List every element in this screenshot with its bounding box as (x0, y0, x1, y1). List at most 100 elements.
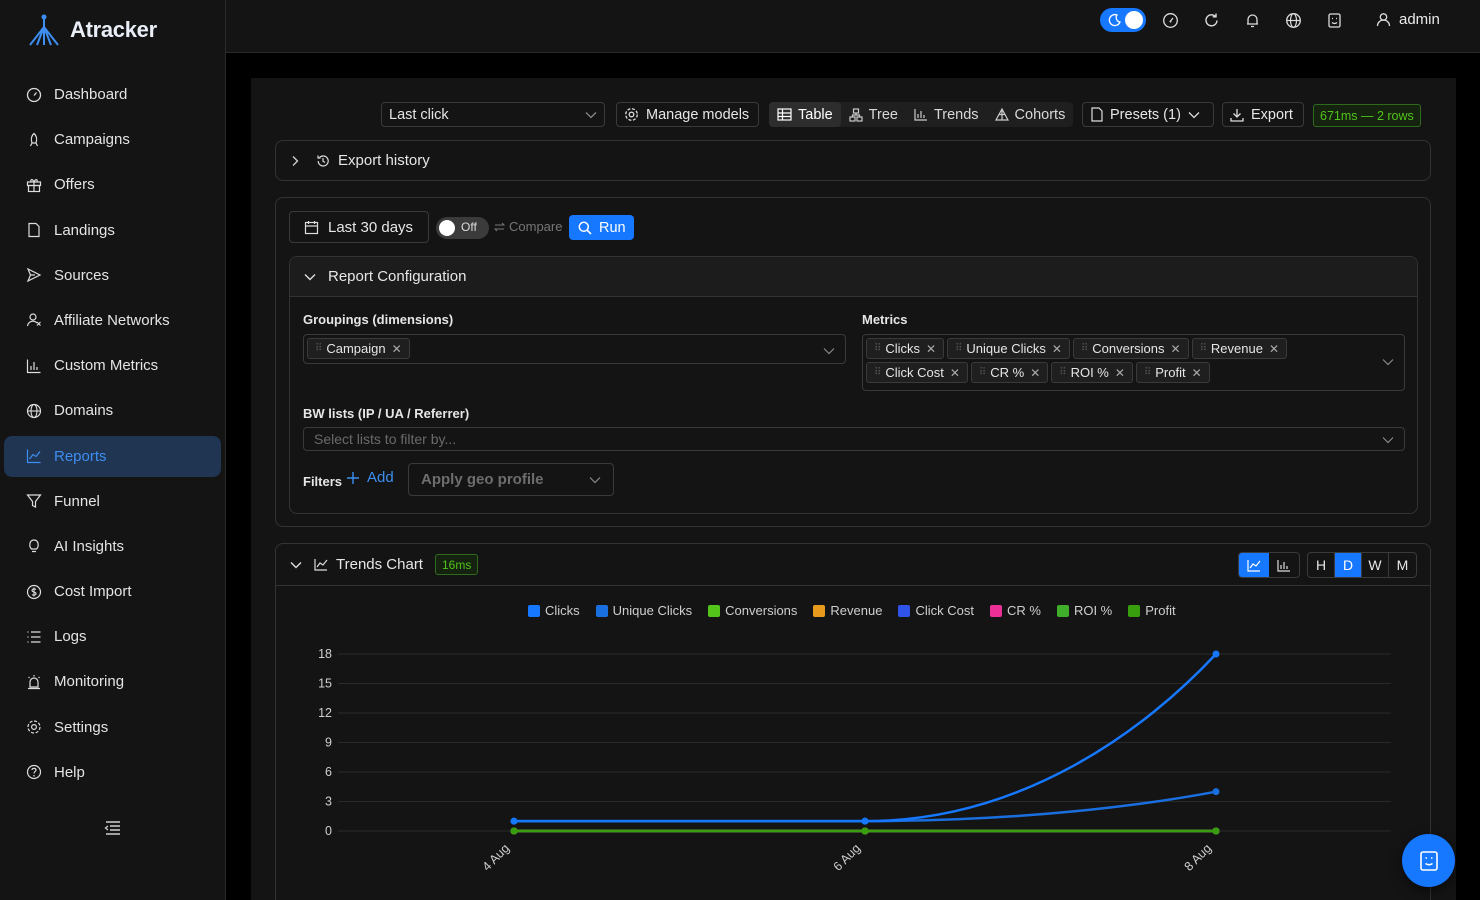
date-range-picker[interactable]: Last 30 days (289, 211, 429, 243)
list-icon (27, 631, 41, 643)
drag-handle-icon[interactable]: ⠿ (1059, 367, 1066, 378)
metric-chip[interactable]: ⠿ Conversions ✕ (1072, 338, 1189, 359)
theme-toggle[interactable] (1100, 8, 1146, 32)
report-configuration-header[interactable]: Report Configuration (290, 257, 1417, 297)
sidebar-item-campaigns[interactable]: Campaigns (4, 119, 221, 160)
drag-handle-icon[interactable]: ⠿ (1144, 367, 1151, 378)
report-configuration-title: Report Configuration (328, 268, 467, 285)
drag-handle-icon[interactable]: ⠿ (1200, 343, 1207, 354)
drag-handle-icon[interactable]: ⠿ (955, 343, 962, 354)
chevron-down-icon (290, 561, 302, 568)
legend-item[interactable]: Revenue (813, 603, 882, 618)
sidebar-item-custom-metrics[interactable]: Custom Metrics (4, 345, 221, 386)
sidebar-item-funnel[interactable]: Funnel (4, 481, 221, 522)
bar-chart-button[interactable] (1269, 553, 1299, 577)
drag-handle-icon[interactable]: ⠿ (874, 367, 881, 378)
collapse-sidebar-icon[interactable] (104, 820, 122, 836)
metric-chip[interactable]: ⠿ Unique Clicks ✕ (947, 338, 1070, 359)
assistant-fab-button[interactable] (1402, 834, 1455, 887)
remove-icon[interactable]: ✕ (1171, 342, 1181, 356)
dashboard-gauge-icon[interactable] (1162, 12, 1179, 29)
sidebar-item-monitoring[interactable]: Monitoring (4, 661, 221, 702)
x-tick-label: 8 Aug (1182, 841, 1215, 874)
remove-icon[interactable]: ✕ (1052, 342, 1062, 356)
bar-chart-icon (914, 109, 927, 121)
metric-chip[interactable]: ⠿ CR % ✕ (970, 362, 1049, 383)
metric-chip[interactable]: ⠿ Click Cost ✕ (866, 362, 968, 383)
app-logo[interactable]: Atracker (26, 12, 157, 48)
sidebar-item-sources[interactable]: Sources (4, 255, 221, 296)
legend-label: Click Cost (915, 603, 974, 618)
legend-item[interactable]: ROI % (1056, 603, 1112, 618)
sidebar-item-affiliate-networks[interactable]: Affiliate Networks (4, 300, 221, 341)
manage-models-button[interactable]: Manage models (616, 102, 759, 127)
granularity-h[interactable]: H (1308, 553, 1335, 577)
remove-icon[interactable]: ✕ (926, 342, 936, 356)
remove-icon[interactable]: ✕ (1192, 366, 1202, 380)
legend-item[interactable]: Unique Clicks (595, 603, 692, 618)
sidebar-item-reports[interactable]: Reports (4, 435, 221, 477)
assistant-icon[interactable] (1326, 12, 1343, 29)
chevron-down-icon (823, 348, 835, 355)
granularity-d[interactable]: D (1335, 553, 1362, 577)
attribution-model-select[interactable]: Last click (381, 102, 605, 127)
drag-handle-icon[interactable]: ⠿ (979, 367, 986, 378)
sidebar-item-offers[interactable]: Offers (4, 164, 221, 205)
sidebar-item-label: Landings (54, 221, 115, 239)
bw-lists-select[interactable]: Select lists to filter by... (303, 427, 1405, 451)
legend-item[interactable]: CR % (989, 603, 1041, 618)
export-button[interactable]: Export (1222, 102, 1304, 127)
metric-chip[interactable]: ⠿ Profit ✕ (1135, 362, 1210, 383)
table-icon (777, 108, 792, 121)
sidebar-item-label: Domains (54, 402, 114, 420)
metric-chip[interactable]: ⠿ Revenue ✕ (1191, 338, 1288, 359)
y-tick-label: 15 (318, 677, 332, 691)
metrics-select[interactable]: ⠿ Clicks ✕ ⠿ Unique Clicks ✕ ⠿ Conversions ✕ ⠿ Rev… (862, 334, 1405, 391)
add-filter-link[interactable]: Add (347, 469, 394, 486)
refresh-icon[interactable] (1203, 12, 1220, 29)
sidebar-item-logs[interactable]: Logs (4, 616, 221, 657)
geo-profile-select[interactable]: Apply geo profile (408, 463, 614, 496)
remove-icon[interactable]: ✕ (392, 342, 402, 356)
bell-icon[interactable] (1244, 12, 1261, 29)
legend-item[interactable]: Conversions (708, 603, 797, 618)
view-trends[interactable]: Trends (906, 102, 987, 127)
user-menu[interactable]: admin (1376, 11, 1440, 28)
remove-icon[interactable]: ✕ (950, 366, 960, 380)
legend-item[interactable]: Click Cost (898, 603, 974, 618)
sidebar-item-help[interactable]: Help (4, 752, 221, 793)
run-button[interactable]: Run (569, 215, 634, 240)
metric-chip[interactable]: ⠿ Clicks ✕ (866, 338, 945, 359)
view-cohorts[interactable]: Cohorts (987, 102, 1074, 127)
remove-icon[interactable]: ✕ (1269, 342, 1279, 356)
granularity-m[interactable]: M (1389, 553, 1416, 577)
globe-icon[interactable] (1285, 12, 1302, 29)
compare-toggle[interactable]: Off (436, 217, 489, 239)
sidebar-item-domains[interactable]: Domains (4, 390, 221, 431)
legend-item[interactable]: Clicks (528, 603, 580, 618)
view-table[interactable]: Table (769, 102, 841, 127)
legend-item[interactable]: Profit (1128, 603, 1176, 618)
view-tree[interactable]: Tree (841, 102, 906, 127)
metric-chip[interactable]: ⠿ ROI % ✕ (1051, 362, 1133, 383)
grouping-chip[interactable]: ⠿ Campaign ✕ (307, 338, 410, 359)
legend-label: CR % (1006, 603, 1041, 618)
drag-handle-icon[interactable]: ⠿ (315, 343, 322, 354)
sidebar-item-landings[interactable]: Landings (4, 210, 221, 251)
export-history-panel[interactable]: Export history (275, 140, 1431, 181)
remove-icon[interactable]: ✕ (1115, 366, 1125, 380)
sidebar-item-ai-insights[interactable]: AI Insights (4, 526, 221, 567)
remove-icon[interactable]: ✕ (1030, 366, 1040, 380)
drag-handle-icon[interactable]: ⠿ (874, 343, 881, 354)
sidebar-item-settings[interactable]: Settings (4, 707, 221, 748)
trends-chart-header[interactable]: Trends Chart 16ms HDWM (276, 544, 1430, 586)
sidebar-item-dashboard[interactable]: Dashboard (4, 74, 221, 115)
groupings-select[interactable]: ⠿ Campaign ✕ (303, 334, 846, 364)
granularity-w[interactable]: W (1362, 553, 1389, 577)
line-chart-button[interactable] (1239, 553, 1269, 577)
top-bar: admin (226, 0, 1480, 53)
data-point (1212, 650, 1220, 658)
presets-dropdown[interactable]: Presets (1) (1082, 102, 1214, 127)
sidebar-item-cost-import[interactable]: Cost Import (4, 571, 221, 612)
drag-handle-icon[interactable]: ⠿ (1081, 343, 1088, 354)
